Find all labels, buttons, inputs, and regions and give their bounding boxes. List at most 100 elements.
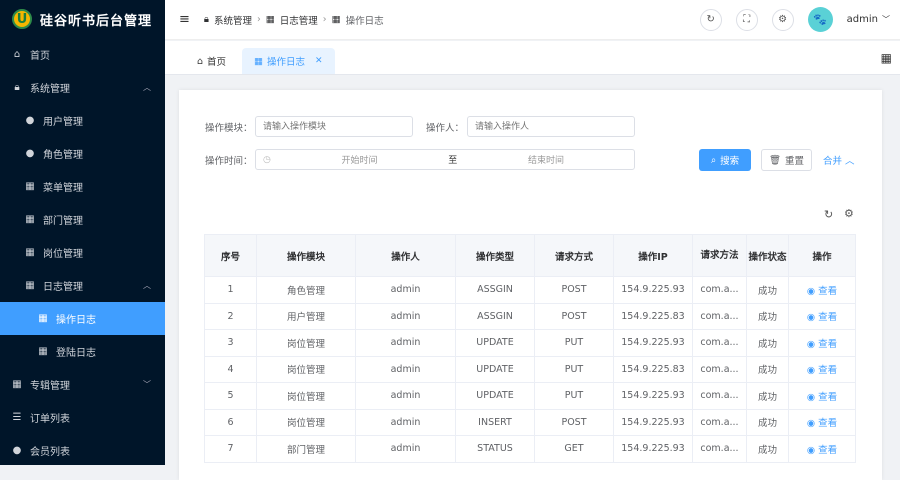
table-row: 2 用户管理 admin ASSGIN POST 154.9.225.83 com.a...… bbox=[204, 302, 856, 330]
eye-icon: ◉ bbox=[806, 418, 819, 430]
grid-icon: ▦ bbox=[25, 247, 35, 258]
table-cell: POST bbox=[534, 276, 614, 304]
settings-button[interactable]: ⚙ bbox=[771, 8, 794, 31]
avatar[interactable]: 🐾 bbox=[807, 7, 833, 32]
breadcrumb-item[interactable]: 日志管理 bbox=[280, 13, 318, 27]
grid-icon: ▦ bbox=[25, 214, 35, 225]
table-cell: GET bbox=[534, 435, 614, 463]
sidebar-item-menus[interactable]: ▦ 菜单管理 bbox=[0, 170, 165, 203]
view-link[interactable]: ◉ 查看 bbox=[788, 302, 856, 330]
table-cell: admin bbox=[355, 302, 456, 330]
sidebar: U 硅谷听书后台管理 ⌂ 首页 🔒︎ 系统管理 ︿ ● 用户管理 ● 角色管理 ▦ 菜单管理… bbox=[0, 0, 165, 465]
username[interactable]: admin bbox=[847, 14, 878, 25]
grid-icon: ▦ bbox=[25, 181, 35, 192]
grid-icon: ▦ bbox=[265, 14, 275, 25]
operator-input[interactable] bbox=[467, 116, 635, 137]
lock-icon: 🔒︎ bbox=[14, 82, 20, 93]
table-cell: admin bbox=[355, 382, 456, 410]
sidebar-item-users[interactable]: ● 用户管理 bbox=[0, 104, 165, 137]
end-time: 结束时间 bbox=[527, 156, 564, 166]
table-cell: 154.9.225.93 bbox=[613, 408, 693, 436]
sidebar-item-roles[interactable]: ● 角色管理 bbox=[0, 137, 165, 170]
chevron-up-icon: ︿ bbox=[143, 83, 151, 92]
breadcrumb: 🔒︎ 系统管理 › ▦ 日志管理 › ▦ 操作日志 bbox=[204, 13, 384, 27]
table-cell: 154.9.225.93 bbox=[613, 276, 693, 304]
table-cell: POST bbox=[534, 408, 614, 436]
view-link[interactable]: ◉ 查看 bbox=[788, 329, 856, 357]
col-header: 操作状态 bbox=[746, 234, 789, 277]
user-icon: ● bbox=[25, 115, 35, 126]
table-cell: 部门管理 bbox=[256, 435, 356, 463]
list-icon: ☰ bbox=[12, 412, 22, 423]
view-link[interactable]: ◉ 查看 bbox=[788, 382, 856, 410]
tabs-grid-icon[interactable]: ▦ bbox=[881, 51, 892, 65]
view-link[interactable]: ◉ 查看 bbox=[788, 408, 856, 436]
chevron-down-icon[interactable]: ﹀ bbox=[882, 14, 890, 25]
col-header: 请求方法 bbox=[692, 234, 747, 277]
date-range-picker[interactable]: ◷ 开始时间 至 结束时间 bbox=[255, 149, 635, 170]
sidebar-item-home[interactable]: ⌂ 首页 bbox=[0, 38, 165, 71]
table-cell: 岗位管理 bbox=[256, 382, 356, 410]
sidebar-item-logs[interactable]: ▦ 日志管理 ︿ bbox=[0, 269, 165, 302]
fullscreen-button[interactable]: ⛶ bbox=[735, 8, 758, 31]
table-cell: STATUS bbox=[455, 435, 535, 463]
breadcrumb-item[interactable]: 系统管理 bbox=[214, 13, 252, 27]
oper-log-table: 序号 操作模块 操作人 操作类型 请求方式 操作IP 请求方法 操作状态 操作 … bbox=[204, 234, 856, 463]
view-link[interactable]: ◉ 查看 bbox=[788, 355, 856, 383]
sidebar-item-depts[interactable]: ▦ 部门管理 bbox=[0, 203, 165, 236]
module-input[interactable] bbox=[255, 116, 413, 137]
table-cell: UPDATE bbox=[455, 382, 535, 410]
table-cell: 154.9.225.83 bbox=[613, 302, 693, 330]
table-row: 4 岗位管理 admin UPDATE PUT 154.9.225.83 com.a... 成… bbox=[204, 355, 856, 383]
table-cell: 用户管理 bbox=[256, 302, 356, 330]
table-cell: admin bbox=[355, 435, 456, 463]
table-header-row: 序号 操作模块 操作人 操作类型 请求方式 操作IP 请求方法 操作状态 操作 bbox=[204, 234, 856, 277]
view-link[interactable]: ◉ 查看 bbox=[788, 435, 856, 463]
content-card: 操作模块： 操作人： 操作时间： ◷ 开始时间 至 结束时间 ⌕搜索 🗑︎重置 … bbox=[179, 90, 882, 480]
tab-home[interactable]: ⌂ 首页 bbox=[185, 48, 238, 74]
sidebar-item-oper-log[interactable]: ▦ 操作日志 bbox=[0, 302, 165, 335]
reset-button[interactable]: 🗑︎ 重置 bbox=[761, 149, 812, 171]
table-row: 5 岗位管理 admin UPDATE PUT 154.9.225.93 com.a... 成… bbox=[204, 382, 856, 410]
table-cell: admin bbox=[355, 329, 456, 357]
col-header: 操作类型 bbox=[455, 234, 535, 277]
table-row: 7 部门管理 admin STATUS GET 154.9.225.93 com.a... 成… bbox=[204, 435, 856, 463]
sidebar-item-members[interactable]: ● 会员列表 bbox=[0, 434, 165, 465]
refresh-icon[interactable]: ↻ bbox=[824, 208, 833, 221]
table-cell: com.a... bbox=[692, 302, 747, 330]
table-row: 3 岗位管理 admin UPDATE PUT 154.9.225.93 com.a... 成… bbox=[204, 329, 856, 357]
table-cell: 岗位管理 bbox=[256, 408, 356, 436]
module-label: 操作模块： bbox=[205, 122, 253, 134]
sidebar-item-posts[interactable]: ▦ 岗位管理 bbox=[0, 236, 165, 269]
table-cell: 角色管理 bbox=[256, 276, 356, 304]
close-icon[interactable]: ✕ bbox=[315, 56, 323, 66]
table-row: 6 岗位管理 admin INSERT POST 154.9.225.93 com.a...… bbox=[204, 408, 856, 436]
search-button[interactable]: ⌕ 搜索 bbox=[699, 149, 751, 171]
sidebar-item-albums[interactable]: ▦ 专辑管理 ﹀ bbox=[0, 368, 165, 401]
view-link[interactable]: ◉ 查看 bbox=[788, 276, 856, 304]
collapse-link[interactable]: 合并 ︿ bbox=[823, 153, 855, 167]
gear-icon[interactable]: ⚙ bbox=[844, 207, 854, 220]
module-filter: 操作模块： bbox=[205, 116, 413, 137]
grid-icon: ▦ bbox=[254, 55, 264, 67]
table-cell: PUT bbox=[534, 329, 614, 357]
sidebar-item-system[interactable]: 🔒︎ 系统管理 ︿ bbox=[0, 71, 165, 104]
gear-icon: ⚙ bbox=[778, 14, 788, 25]
menu-toggle-icon[interactable]: ≡ bbox=[179, 12, 190, 27]
table-cell: com.a... bbox=[692, 435, 747, 463]
range-separator: 至 bbox=[448, 156, 458, 166]
chevron-right-icon: › bbox=[322, 14, 327, 25]
sidebar-item-login-log[interactable]: ▦ 登陆日志 bbox=[0, 335, 165, 368]
table-cell: 6 bbox=[204, 408, 257, 436]
refresh-button[interactable]: ↻ bbox=[699, 8, 722, 31]
table-cell: 成功 bbox=[746, 408, 789, 436]
tab-oper-log[interactable]: ▦ 操作日志 ✕ bbox=[242, 48, 335, 74]
table-cell: UPDATE bbox=[455, 355, 535, 383]
chevron-up-icon: ︿ bbox=[845, 156, 855, 167]
user-icon: ● bbox=[12, 445, 22, 456]
sidebar-item-orders[interactable]: ☰ 订单列表 bbox=[0, 401, 165, 434]
grid-icon: ▦ bbox=[25, 280, 35, 291]
table-cell: 154.9.225.83 bbox=[613, 355, 693, 383]
table-cell: 1 bbox=[204, 276, 257, 304]
eye-icon: ◉ bbox=[806, 338, 819, 350]
